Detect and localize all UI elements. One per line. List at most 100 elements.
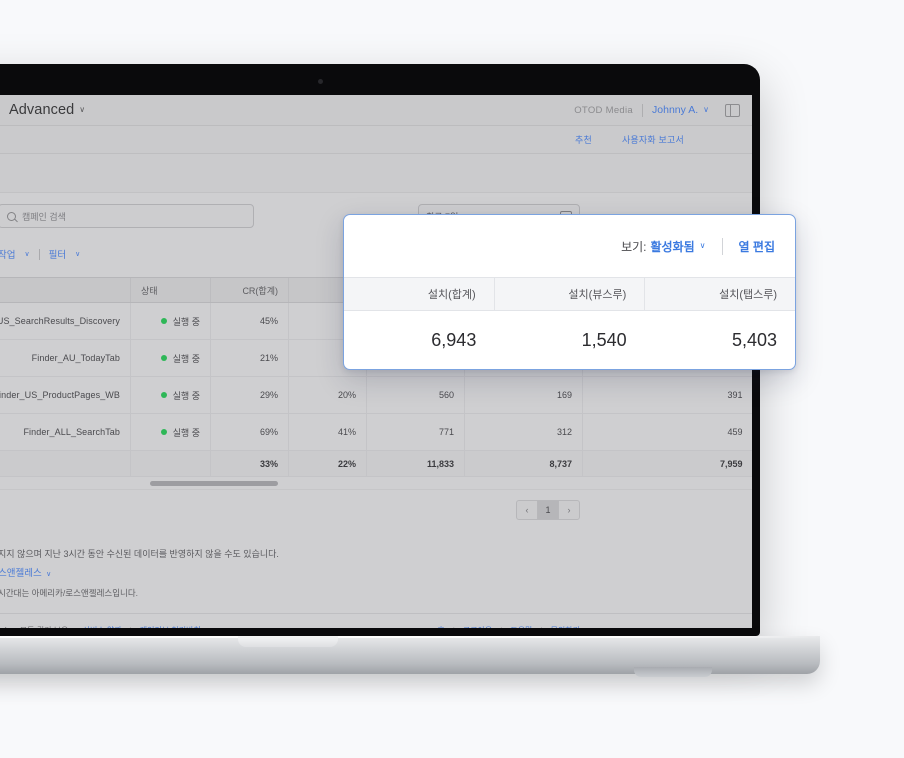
status-label: 실행 중 — [173, 391, 200, 401]
timezone-label[interactable]: 스앤젤레스 — [0, 568, 42, 579]
filter-chevron-down-icon[interactable]: ∨ — [75, 250, 80, 258]
overlay-chevron-down-icon[interactable]: ∨ — [700, 241, 706, 250]
status-label: 실행 중 — [173, 317, 200, 327]
actions-menu-label[interactable]: 작업 — [0, 247, 15, 261]
user-chevron-down-icon[interactable]: ∨ — [703, 105, 709, 114]
footer-links-right: 홈 | 로그아웃 | 도움말 | 문의하기 — [437, 625, 580, 628]
terms-of-service-link[interactable]: 서비스 약관 — [83, 625, 122, 628]
top-navigation-bar: Advanced ∨ OTOD Media Johnny A. ∨ — [0, 95, 752, 126]
overlay-column-headers: 설치(합계) 설치(뷰스루) 설치(탭스루) — [344, 277, 795, 311]
status-dot-icon — [161, 392, 167, 398]
footer-separator: | — [540, 626, 542, 628]
column-header-name[interactable] — [0, 278, 131, 303]
overlay-header-installs-tap[interactable]: 설치(탭스루) — [644, 278, 795, 310]
cr-total-value: 29% — [211, 377, 289, 414]
cr-total-value: 69% — [211, 414, 289, 451]
secondary-nav-bar: 추천 사용자화 보고서 — [0, 126, 752, 154]
table-total-row: 33% 22% 11,833 8,737 7,959 — [0, 451, 752, 477]
search-input[interactable]: 캠페인 검색 — [0, 204, 254, 228]
sidebar-panel-icon[interactable] — [725, 104, 740, 117]
page-footer: e Inc. 모든 권리 보유. 서비스 약관 | 개인정보 처리방침 홈 | … — [0, 613, 752, 628]
installs-view-value: 169 — [465, 377, 583, 414]
status-cell: 실행 중 — [131, 340, 211, 377]
search-placeholder: 캠페인 검색 — [22, 210, 66, 223]
campaign-name[interactable]: Finder_US_SearchResults_Discovery — [0, 303, 131, 340]
timezone-chevron-down-icon[interactable]: ∨ — [46, 571, 51, 578]
overlay-value-installs-view: 1,540 — [494, 311, 644, 369]
privacy-policy-link[interactable]: 개인정보 처리방침 — [140, 625, 201, 628]
cr-total-value: 45% — [211, 303, 289, 340]
laptop-mockup-scene: Advanced ∨ OTOD Media Johnny A. ∨ 추천 사용자… — [0, 0, 904, 758]
actions-separator — [39, 249, 40, 260]
overlay-value-installs-tap: 5,403 — [645, 311, 795, 369]
topbar-separator — [642, 104, 643, 117]
status-cell: 실행 중 — [131, 414, 211, 451]
total-installs-total: 11,833 — [367, 451, 465, 477]
user-menu-label[interactable]: Johnny A. — [652, 104, 698, 116]
edit-columns-button[interactable]: 열 편집 — [739, 238, 775, 255]
pagination-prev-button[interactable]: ‹ — [516, 500, 538, 520]
overlay-view-label: 보기: — [621, 238, 646, 255]
installs-tap-value: 391 — [583, 377, 753, 414]
campaign-name[interactable]: Finder_US_ProductPages_WB — [0, 377, 131, 414]
recommendations-link[interactable]: 추천 — [575, 133, 592, 146]
installs-view-value: 312 — [465, 414, 583, 451]
columns-overlay-card: 보기: 활성화됨 ∨ 열 편집 설치(합계) 설치(뷰스루) 설치(탭스루) 6… — [343, 214, 796, 370]
table-row[interactable]: Finder_US_ProductPages_WB 실행 중 29% 20% 5… — [0, 377, 752, 414]
table-row[interactable]: Finder_ALL_SearchTab 실행 중 69% 41% 771 31… — [0, 414, 752, 451]
campaign-name[interactable]: Finder_ALL_SearchTab — [0, 414, 131, 451]
logout-link[interactable]: 로그아웃 — [463, 625, 492, 628]
status-dot-icon — [161, 429, 167, 435]
cr-second-value: 41% — [289, 414, 367, 451]
actions-chevron-down-icon[interactable]: ∨ — [24, 250, 29, 258]
base-highlight — [0, 636, 820, 638]
footer-links-left: 서비스 약관 | 개인정보 처리방침 — [83, 625, 201, 628]
installs-total-value: 560 — [367, 377, 465, 414]
overlay-value-installs-total: 6,943 — [344, 311, 494, 369]
total-cr-total: 33% — [211, 451, 289, 477]
pagination-next-button[interactable]: › — [558, 500, 580, 520]
footer-separator: | — [500, 626, 502, 628]
data-delay-note: 지지 않으며 지난 3시간 동안 수신된 데이터를 반영하지 않을 수도 있습니… — [0, 546, 752, 563]
overlay-toolbar: 보기: 활성화됨 ∨ 열 편집 — [344, 215, 795, 277]
status-cell: 실행 중 — [131, 303, 211, 340]
search-icon — [7, 212, 16, 221]
total-installs-tap: 7,959 — [583, 451, 753, 477]
copyright-text: e Inc. 모든 권리 보유. — [0, 625, 71, 628]
organization-name: OTOD Media — [574, 105, 633, 116]
base-foot — [634, 667, 712, 677]
status-label: 실행 중 — [173, 354, 200, 364]
status-label: 실행 중 — [173, 428, 200, 438]
overlay-header-installs-view[interactable]: 설치(뷰스루) — [494, 278, 645, 310]
filter-menu-label[interactable]: 필터 — [49, 247, 66, 261]
timezone-note: 시간대는 아메리카/로스앤젤레스입니다. — [0, 587, 752, 599]
installs-total-value: 771 — [367, 414, 465, 451]
horizontal-scrollbar-thumb[interactable] — [150, 481, 278, 486]
pagination-group: ‹ 1 › — [516, 500, 580, 520]
status-cell: 실행 중 — [131, 377, 211, 414]
chevron-down-icon[interactable]: ∨ — [79, 105, 85, 114]
total-status — [131, 451, 211, 477]
overlay-values-row: 6,943 1,540 5,403 — [344, 311, 795, 369]
horizontal-scrollbar[interactable] — [0, 477, 752, 490]
custom-report-link[interactable]: 사용자화 보고서 — [622, 133, 684, 146]
contact-link[interactable]: 문의하기 — [551, 625, 580, 628]
help-link[interactable]: 도움말 — [510, 625, 532, 628]
overlay-separator — [722, 238, 723, 255]
installs-tap-value: 459 — [583, 414, 753, 451]
timezone-selector[interactable]: 스앤젤레스 ∨ — [0, 563, 752, 581]
column-header-status[interactable]: 상태 — [131, 278, 211, 303]
laptop-base — [0, 636, 820, 674]
nav-title[interactable]: Advanced — [9, 102, 74, 118]
overlay-header-installs-total[interactable]: 설치(합계) — [344, 278, 494, 310]
home-link[interactable]: 홈 — [437, 625, 444, 628]
footnotes-section: 지지 않으며 지난 3시간 동안 수신된 데이터를 반영하지 않을 수도 있습니… — [0, 530, 752, 599]
pagination-bar: ‹ 1 › — [0, 490, 752, 530]
overlay-view-value[interactable]: 활성화됨 — [651, 238, 695, 255]
content-header-strip — [0, 154, 752, 193]
webcam-dot — [318, 79, 323, 84]
column-header-cr-total[interactable]: CR(합계) — [211, 278, 289, 303]
pagination-page-1[interactable]: 1 — [537, 500, 559, 520]
campaign-name[interactable]: Finder_AU_TodayTab — [0, 340, 131, 377]
base-notch — [238, 636, 338, 647]
